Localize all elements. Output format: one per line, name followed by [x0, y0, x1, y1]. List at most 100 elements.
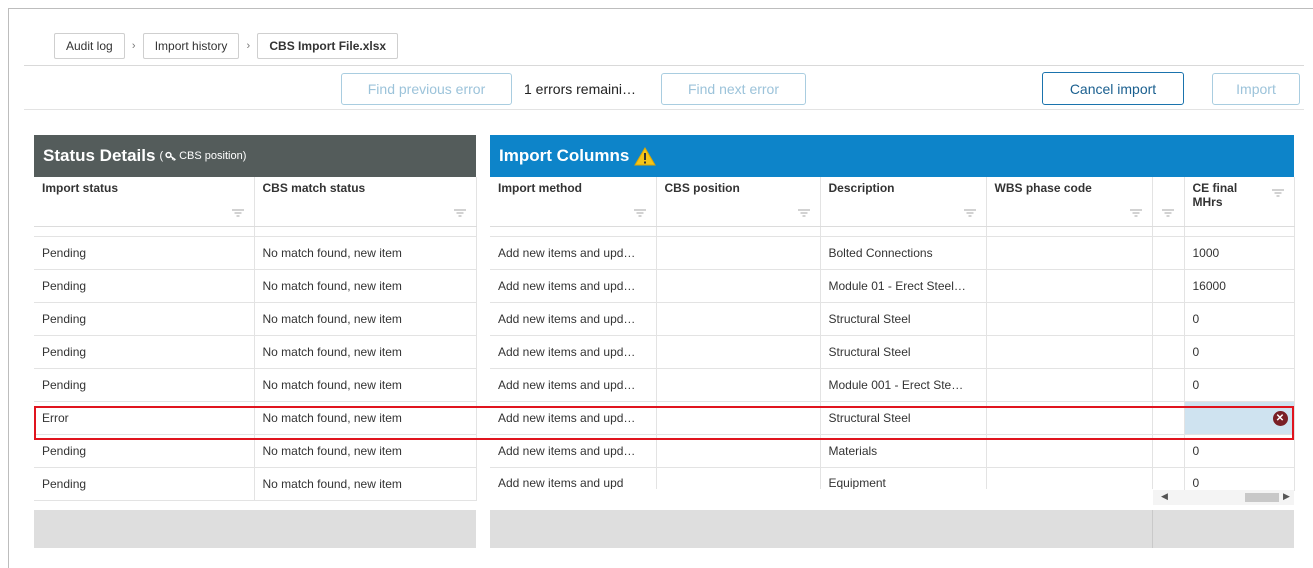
cbs-match-status-cell: No match found, new item: [254, 269, 477, 303]
table-row[interactable]: Pending No match found, new item: [34, 434, 477, 468]
table-row[interactable]: Pending No match found, new item: [34, 467, 477, 501]
chevron-right-icon: ›: [131, 40, 136, 52]
breadcrumb-import-history[interactable]: Import history: [142, 33, 240, 59]
import-status-cell: Pending: [34, 302, 255, 336]
breadcrumb-current-file: CBS Import File.xlsx: [257, 33, 399, 59]
description-cell: Materials: [820, 434, 987, 468]
filter-icon[interactable]: [1161, 208, 1174, 217]
table-row[interactable]: Pending No match found, new item: [34, 335, 477, 369]
footer-divider: [1152, 510, 1153, 548]
table-row[interactable]: Pending No match found, new item: [34, 236, 477, 270]
wbs-phase-code-cell: [986, 467, 1153, 491]
ce-final-mhrs-error-cell[interactable]: ✕: [1184, 401, 1295, 435]
import-method-cell: Add new items and upd…: [490, 434, 657, 468]
column-header-label: CE final MHrs: [1192, 181, 1238, 209]
wbs-phase-code-cell: [986, 236, 1153, 270]
status-details-header: Status Details ( CBS position): [34, 135, 476, 177]
table-row[interactable]: Add new items and upd… Materials 0: [490, 434, 1295, 468]
cbs-position-cell: [656, 434, 821, 468]
import-table-footer: [490, 510, 1294, 548]
breadcrumb: Audit log › Import history › CBS Import …: [54, 33, 399, 59]
filter-icon[interactable]: [797, 208, 810, 217]
table-row[interactable]: Add new items and upd Equipment 0: [490, 467, 1295, 491]
narrow-cell: [1152, 269, 1185, 303]
scrollbar-thumb[interactable]: [1245, 493, 1279, 502]
cbs-match-status-cell: No match found, new item: [254, 434, 477, 468]
error-icon[interactable]: ✕: [1272, 410, 1288, 426]
table-row[interactable]: Add new items and upd… Bolted Connections…: [490, 236, 1295, 270]
import-method-cell: Add new items and upd…: [490, 335, 657, 369]
filter-icon[interactable]: [231, 208, 244, 217]
table-row[interactable]: Pending No match found, new item: [34, 302, 477, 336]
horizontal-scrollbar[interactable]: ◀ ▶: [1153, 490, 1294, 505]
import-status-cell: Pending: [34, 368, 255, 402]
breadcrumb-audit-log[interactable]: Audit log: [54, 33, 125, 59]
table-cell: [820, 226, 987, 237]
table-row[interactable]: Add new items and upd… Module 01 - Erect …: [490, 269, 1295, 303]
cbs-position-cell: [656, 467, 821, 491]
warning-icon: [634, 146, 657, 165]
column-header-label: WBS phase code: [994, 181, 1092, 195]
panel-subtitle: ( CBS position): [159, 150, 246, 162]
wbs-phase-code-cell: [986, 335, 1153, 369]
table-row[interactable]: Pending No match found, new item: [34, 368, 477, 402]
status-table-footer: [34, 510, 476, 548]
table-cell: [656, 226, 821, 237]
import-status-cell: Error: [34, 401, 255, 435]
table-cell: [986, 226, 1153, 237]
import-method-cell: Add new items and upd…: [490, 236, 657, 270]
cbs-match-status-cell: No match found, new item: [254, 368, 477, 402]
description-cell: Structural Steel: [820, 401, 987, 435]
ce-final-mhrs-cell: 0: [1184, 335, 1295, 369]
import-columns-panel: Import Columns Import method CBS positio…: [490, 135, 1295, 491]
ce-final-mhrs-cell: 0: [1184, 302, 1295, 336]
wbs-phase-code-cell: [986, 269, 1153, 303]
narrow-cell: [1152, 368, 1185, 402]
status-details-panel: Status Details ( CBS position) Import st…: [34, 135, 477, 501]
table-row[interactable]: Add new items and upd… Structural Steel 0: [490, 302, 1295, 336]
find-next-error-button[interactable]: Find next error: [661, 73, 806, 105]
table-row-error[interactable]: Add new items and upd… Structural Steel ✕: [490, 401, 1295, 435]
column-header-cbs-match-status[interactable]: CBS match status: [254, 177, 477, 227]
narrow-cell: [1152, 236, 1185, 270]
description-cell: Module 001 - Erect Ste…: [820, 368, 987, 402]
filter-icon[interactable]: [453, 208, 466, 217]
column-header-label: CBS position: [664, 181, 740, 195]
import-status-cell: Pending: [34, 236, 255, 270]
table-cell: [490, 226, 657, 237]
column-header-import-status[interactable]: Import status: [34, 177, 255, 227]
panel-title: Import Columns: [499, 146, 630, 165]
column-header-narrow[interactable]: [1152, 177, 1185, 227]
filter-icon[interactable]: [963, 208, 976, 217]
table-row[interactable]: Add new items and upd… Structural Steel 0: [490, 335, 1295, 369]
filter-icon[interactable]: [1129, 208, 1142, 217]
chevron-right-icon: ›: [246, 40, 251, 52]
cbs-position-cell: [656, 236, 821, 270]
cancel-import-button[interactable]: Cancel import: [1042, 72, 1184, 105]
ce-final-mhrs-cell: 0: [1184, 467, 1295, 491]
table-cell: [254, 226, 477, 237]
scroll-left-icon[interactable]: ◀: [1161, 491, 1168, 502]
cbs-position-cell: [656, 368, 821, 402]
import-button[interactable]: Import: [1212, 73, 1300, 105]
import-status-cell: Pending: [34, 434, 255, 468]
table-cell: [1152, 226, 1185, 237]
description-cell: Bolted Connections: [820, 236, 987, 270]
cbs-match-status-cell: No match found, new item: [254, 401, 477, 435]
column-header-ce-final-mhrs[interactable]: CE final MHrs: [1184, 177, 1295, 227]
filter-icon[interactable]: [1271, 188, 1284, 197]
column-header-import-method[interactable]: Import method: [490, 177, 657, 227]
description-cell: Module 01 - Erect Steel…: [820, 269, 987, 303]
ce-final-mhrs-cell: 0: [1184, 368, 1295, 402]
column-header-description[interactable]: Description: [820, 177, 987, 227]
table-row[interactable]: Pending No match found, new item: [34, 269, 477, 303]
cbs-position-cell: [656, 401, 821, 435]
table-row[interactable]: Add new items and upd… Module 001 - Erect…: [490, 368, 1295, 402]
column-header-wbs-phase-code[interactable]: WBS phase code: [986, 177, 1153, 227]
table-row-error[interactable]: Error No match found, new item: [34, 401, 477, 435]
filter-icon[interactable]: [633, 208, 646, 217]
import-table: Import method CBS position Description W…: [490, 177, 1295, 491]
scroll-right-icon[interactable]: ▶: [1283, 491, 1290, 502]
column-header-cbs-position[interactable]: CBS position: [656, 177, 821, 227]
find-previous-error-button[interactable]: Find previous error: [341, 73, 512, 105]
